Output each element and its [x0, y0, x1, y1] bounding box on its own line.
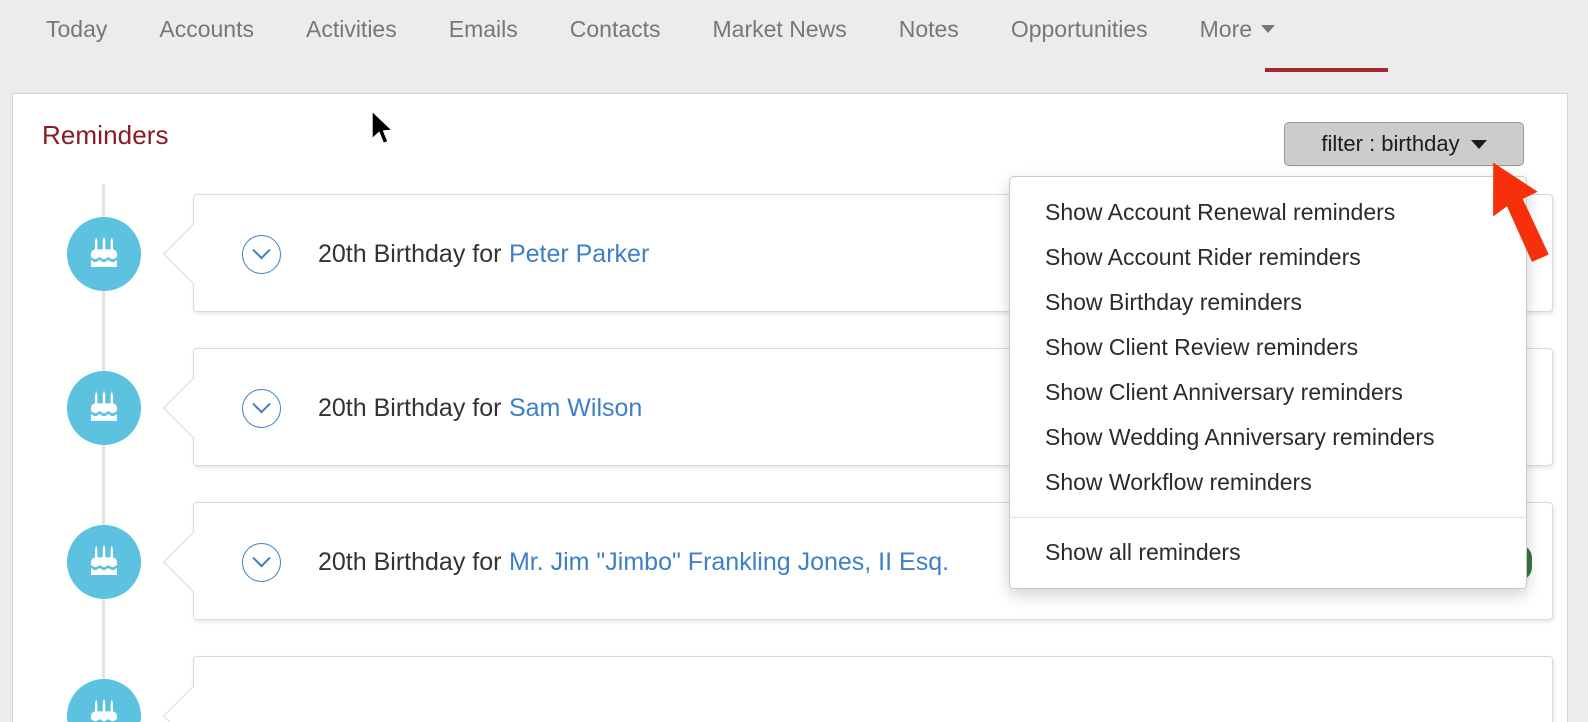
- nav-item-label: Activities: [305, 16, 397, 42]
- nav-item-label: Accounts: [159, 16, 254, 42]
- nav-item-label: Today: [46, 16, 108, 42]
- nav-item-label: Notes: [898, 16, 959, 42]
- reminder-text: 20th Birthday for Sam Wilson: [318, 349, 642, 467]
- menu-item-label: Show Account Rider reminders: [1045, 244, 1361, 270]
- expand-reminder-button[interactable]: [242, 543, 281, 582]
- reminder-text: 20th Birthday for Peter Parker: [318, 195, 649, 313]
- menu-divider: [1010, 517, 1526, 518]
- card-notch-mask: [194, 533, 197, 591]
- nav-item-notes[interactable]: Notes: [873, 0, 985, 58]
- reminder-prefix: 20th Birthday for: [318, 239, 502, 268]
- chevron-down-icon: [252, 395, 271, 414]
- reminder-prefix: 20th Birthday for: [318, 393, 502, 422]
- menu-item-account-renewal[interactable]: Show Account Renewal reminders: [1010, 190, 1526, 235]
- reminder-row: [13, 656, 1567, 722]
- menu-item-show-all[interactable]: Show all reminders: [1010, 530, 1526, 575]
- reminder-contact-link[interactable]: Peter Parker: [509, 240, 649, 269]
- nav-item-today[interactable]: Today: [20, 0, 133, 58]
- chevron-down-icon: [252, 549, 271, 568]
- expand-reminder-button[interactable]: [242, 389, 281, 428]
- reminder-text: 20th Birthday for Mr. Jim "Jimbo" Frankl…: [318, 503, 949, 621]
- nav-item-label: Emails: [448, 16, 518, 42]
- nav-item-emails[interactable]: Emails: [423, 0, 544, 58]
- nav-item-activities[interactable]: Activities: [280, 0, 423, 58]
- menu-item-client-review[interactable]: Show Client Review reminders: [1010, 325, 1526, 370]
- nav-item-label: Market News: [712, 16, 847, 42]
- chevron-down-icon: [252, 241, 271, 260]
- nav-item-list: Today Accounts Activities Emails Contact…: [20, 0, 1301, 58]
- chevron-down-icon: [1261, 25, 1276, 33]
- nav-item-label: Contacts: [569, 16, 661, 42]
- menu-item-label: Show Client Review reminders: [1045, 334, 1359, 360]
- reminder-contact-link[interactable]: Mr. Jim "Jimbo" Frankling Jones, II Esq.: [509, 548, 949, 577]
- card-notch-mask: [194, 687, 197, 722]
- filter-button[interactable]: filter : birthday: [1284, 122, 1524, 166]
- card-notch-mask: [194, 225, 197, 283]
- reminder-card[interactable]: [162, 656, 1553, 722]
- top-navigation-bar: Today Accounts Activities Emails Contact…: [0, 0, 1588, 82]
- menu-item-account-rider[interactable]: Show Account Rider reminders: [1010, 235, 1526, 280]
- filter-button-label: filter : birthday: [1321, 131, 1460, 156]
- menu-item-label: Show Workflow reminders: [1045, 469, 1312, 495]
- nav-item-more[interactable]: More: [1174, 0, 1301, 58]
- menu-item-birthday[interactable]: Show Birthday reminders: [1010, 280, 1526, 325]
- menu-item-workflow[interactable]: Show Workflow reminders: [1010, 460, 1526, 505]
- nav-item-contacts[interactable]: Contacts: [544, 0, 687, 58]
- page-title: Reminders: [42, 120, 169, 150]
- reminders-panel: Reminders filter : birthday Show Account…: [12, 93, 1568, 722]
- birthday-cake-icon: [67, 371, 141, 445]
- chevron-down-icon: [1470, 139, 1487, 149]
- menu-item-label: Show all reminders: [1045, 539, 1241, 565]
- menu-item-label: Show Birthday reminders: [1045, 289, 1302, 315]
- birthday-cake-icon: [67, 217, 141, 291]
- birthday-cake-icon: [67, 525, 141, 599]
- nav-item-accounts[interactable]: Accounts: [133, 0, 280, 58]
- menu-item-client-anniversary[interactable]: Show Client Anniversary reminders: [1010, 370, 1526, 415]
- card-notch-mask: [194, 379, 197, 437]
- menu-item-label: Show Client Anniversary reminders: [1045, 379, 1403, 405]
- menu-item-label: Show Wedding Anniversary reminders: [1045, 424, 1435, 450]
- menu-item-label: Show Account Renewal reminders: [1045, 199, 1396, 225]
- nav-item-market-news[interactable]: Market News: [687, 0, 873, 58]
- app-root: Today Accounts Activities Emails Contact…: [0, 0, 1588, 722]
- birthday-cake-icon: [67, 679, 141, 722]
- nav-item-label: More: [1199, 16, 1253, 42]
- reminder-contact-link[interactable]: Sam Wilson: [509, 394, 642, 423]
- active-tab-underline: [1265, 68, 1388, 72]
- expand-reminder-button[interactable]: [242, 235, 281, 274]
- nav-item-label: Opportunities: [1010, 16, 1148, 42]
- filter-dropdown-menu: Show Account Renewal reminders Show Acco…: [1009, 176, 1527, 589]
- reminder-prefix: 20th Birthday for: [318, 547, 502, 576]
- nav-item-opportunities[interactable]: Opportunities: [985, 0, 1174, 58]
- menu-item-wedding-anniversary[interactable]: Show Wedding Anniversary reminders: [1010, 415, 1526, 460]
